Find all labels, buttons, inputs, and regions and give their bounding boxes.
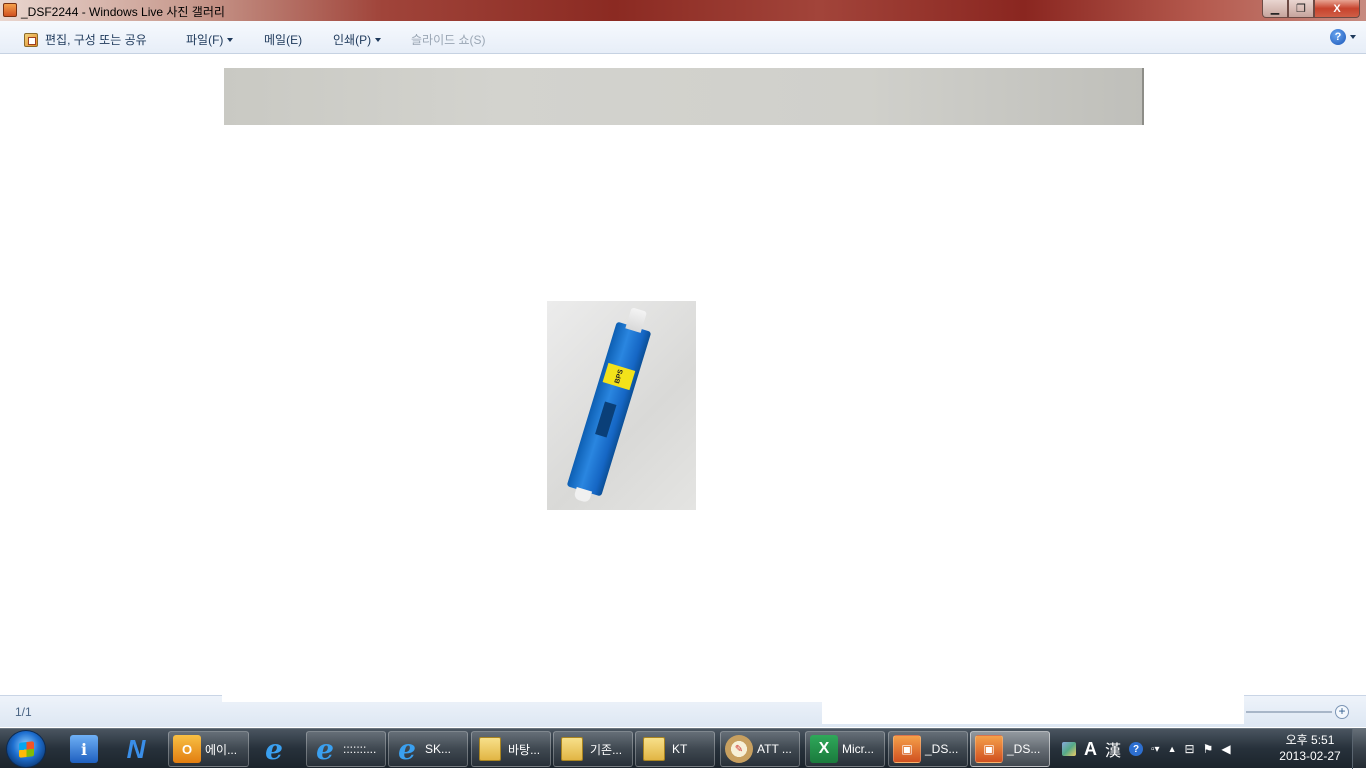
taskbar-button-label: 기존... bbox=[590, 742, 623, 757]
folder-icon bbox=[558, 735, 586, 763]
taskbar-button-ie-1[interactable]: e :::::::... bbox=[306, 731, 386, 767]
clock[interactable]: 오후 5:51 2013-02-27 bbox=[1270, 732, 1350, 764]
print-menu[interactable]: 인쇄(P) bbox=[333, 31, 382, 48]
ie-icon: e bbox=[398, 732, 416, 766]
ie-icon: e bbox=[265, 732, 283, 766]
zoom-in-button[interactable]: + bbox=[1335, 705, 1349, 719]
command-bar: 편집, 구성 또는 공유 파일(F) 메일(E) 인쇄(P) 슬라이드 쇼(S)… bbox=[0, 21, 1366, 54]
taskbar-button-label: :::::::... bbox=[343, 742, 377, 756]
photo-gallery-icon[interactable] bbox=[3, 3, 17, 17]
info-app-icon: i bbox=[70, 735, 98, 763]
paint-icon: ✎ bbox=[725, 735, 753, 763]
show-desktop-button[interactable] bbox=[1352, 729, 1366, 769]
photo-gallery-icon: ▣ bbox=[975, 735, 1003, 763]
photo-fiber-connector[interactable]: BPS bbox=[547, 301, 696, 510]
window-controls: ▁ ❐ X bbox=[1262, 0, 1360, 19]
taskbar-button-label: _DS... bbox=[1007, 742, 1041, 756]
help-icon: ? bbox=[1330, 29, 1346, 45]
taskbar-pinned-ie[interactable]: e bbox=[256, 731, 300, 767]
action-center-flag-icon[interactable]: ⚑ bbox=[1203, 742, 1214, 756]
taskbar-button-label: Micr... bbox=[842, 742, 874, 756]
volume-icon[interactable]: ◀ bbox=[1221, 742, 1230, 756]
taskbar: i N O 에이... e e :::::::... e SK... 바탕...… bbox=[0, 728, 1366, 769]
slideshow-label: 슬라이드 쇼(S) bbox=[411, 33, 486, 47]
taskbar-button-label: 에이... bbox=[205, 742, 238, 757]
edit-organize-share-label: 편집, 구성 또는 공유 bbox=[45, 33, 147, 47]
photo-overflow-patch bbox=[822, 694, 1244, 724]
connector-slot bbox=[595, 401, 617, 438]
title-bar: _DSF2244 - Windows Live 사진 갤러리 ▁ ❐ X bbox=[0, 0, 1366, 21]
photo-viewer: BPS bbox=[0, 55, 1366, 695]
help-button[interactable]: ? bbox=[1330, 29, 1356, 45]
connector-label: BPS bbox=[602, 362, 636, 391]
file-menu[interactable]: 파일(F) bbox=[186, 31, 234, 48]
ie-icon: e bbox=[316, 732, 334, 766]
folder-icon bbox=[640, 735, 668, 763]
zoom-slider[interactable] bbox=[1246, 711, 1332, 713]
blue-connector-shape: BPS bbox=[566, 307, 652, 504]
taskbar-button-folder-2[interactable]: 기존... bbox=[553, 731, 633, 767]
photo-gallery-icon: ▣ bbox=[893, 735, 921, 763]
ime-options-icon[interactable]: ▫▾ bbox=[1151, 744, 1160, 755]
network-icon[interactable]: ⊟ bbox=[1185, 742, 1195, 756]
photo-strip-partial bbox=[224, 68, 1144, 125]
email-menu[interactable]: 메일(E) bbox=[264, 31, 302, 48]
taskbar-button-folder-1[interactable]: 바탕... bbox=[471, 731, 551, 767]
close-button[interactable]: X bbox=[1314, 0, 1360, 18]
outlook-icon: O bbox=[173, 735, 201, 763]
folder-icon bbox=[643, 737, 665, 761]
taskbar-button-excel[interactable]: X Micr... bbox=[805, 731, 885, 767]
show-hidden-icons-icon[interactable]: ▲ bbox=[1168, 744, 1177, 754]
chevron-down-icon bbox=[375, 37, 382, 42]
file-menu-label: 파일(F) bbox=[186, 33, 224, 47]
connector-tip-bottom bbox=[573, 486, 593, 504]
tray-help-icon[interactable]: ? bbox=[1129, 742, 1144, 756]
window-title: _DSF2244 - Windows Live 사진 갤러리 bbox=[21, 5, 225, 19]
folder-icon bbox=[479, 737, 501, 761]
ime-mode-icon[interactable]: A bbox=[1084, 739, 1097, 760]
system-tray: A 漢 ? ▫▾ ▲ ⊟ ⚑ ◀ bbox=[1062, 729, 1239, 769]
edit-organize-share-button[interactable]: 편집, 구성 또는 공유 bbox=[24, 31, 147, 48]
folder-icon bbox=[561, 737, 583, 761]
taskbar-button-label: KT bbox=[672, 742, 688, 756]
hanja-icon[interactable]: 漢 bbox=[1105, 737, 1121, 761]
taskbar-button-label: SK... bbox=[425, 742, 452, 756]
slideshow-button[interactable]: 슬라이드 쇼(S) bbox=[411, 31, 486, 48]
taskbar-button-outlook[interactable]: O 에이... bbox=[168, 731, 249, 767]
taskbar-button-gallery-2[interactable]: ▣ _DS... bbox=[970, 731, 1050, 767]
edit-organize-icon bbox=[24, 32, 38, 47]
chevron-down-icon bbox=[227, 37, 234, 42]
n-app-icon: N bbox=[126, 733, 146, 764]
clock-time: 오후 5:51 bbox=[1285, 733, 1335, 747]
print-menu-label: 인쇄(P) bbox=[333, 33, 372, 47]
folder-icon bbox=[476, 735, 504, 763]
taskbar-pinned-n[interactable]: N bbox=[118, 731, 158, 767]
start-button[interactable] bbox=[6, 730, 46, 768]
language-bar-icon[interactable] bbox=[1062, 742, 1076, 756]
taskbar-button-folder-3[interactable]: KT bbox=[635, 731, 715, 767]
minimize-button[interactable]: ▁ bbox=[1262, 0, 1288, 18]
status-bar: 1/1 + bbox=[0, 694, 1366, 727]
taskbar-button-label: _DS... bbox=[925, 742, 959, 756]
taskbar-button-ie-2[interactable]: e SK... bbox=[388, 731, 468, 767]
photo-counter: 1/1 bbox=[15, 705, 32, 719]
taskbar-pinned-info[interactable]: i bbox=[66, 731, 104, 767]
excel-icon: X bbox=[810, 735, 838, 763]
taskbar-button-label: ATT ... bbox=[757, 742, 792, 756]
email-menu-label: 메일(E) bbox=[264, 33, 303, 47]
taskbar-button-label: 바탕... bbox=[508, 742, 541, 757]
clock-date: 2013-02-27 bbox=[1279, 749, 1341, 763]
maximize-button[interactable]: ❐ bbox=[1288, 0, 1314, 18]
connector-tip-top bbox=[625, 307, 648, 333]
chevron-down-icon bbox=[1350, 35, 1356, 39]
taskbar-button-gallery-1[interactable]: ▣ _DS... bbox=[888, 731, 968, 767]
taskbar-button-paint[interactable]: ✎ ATT ... bbox=[720, 731, 800, 767]
